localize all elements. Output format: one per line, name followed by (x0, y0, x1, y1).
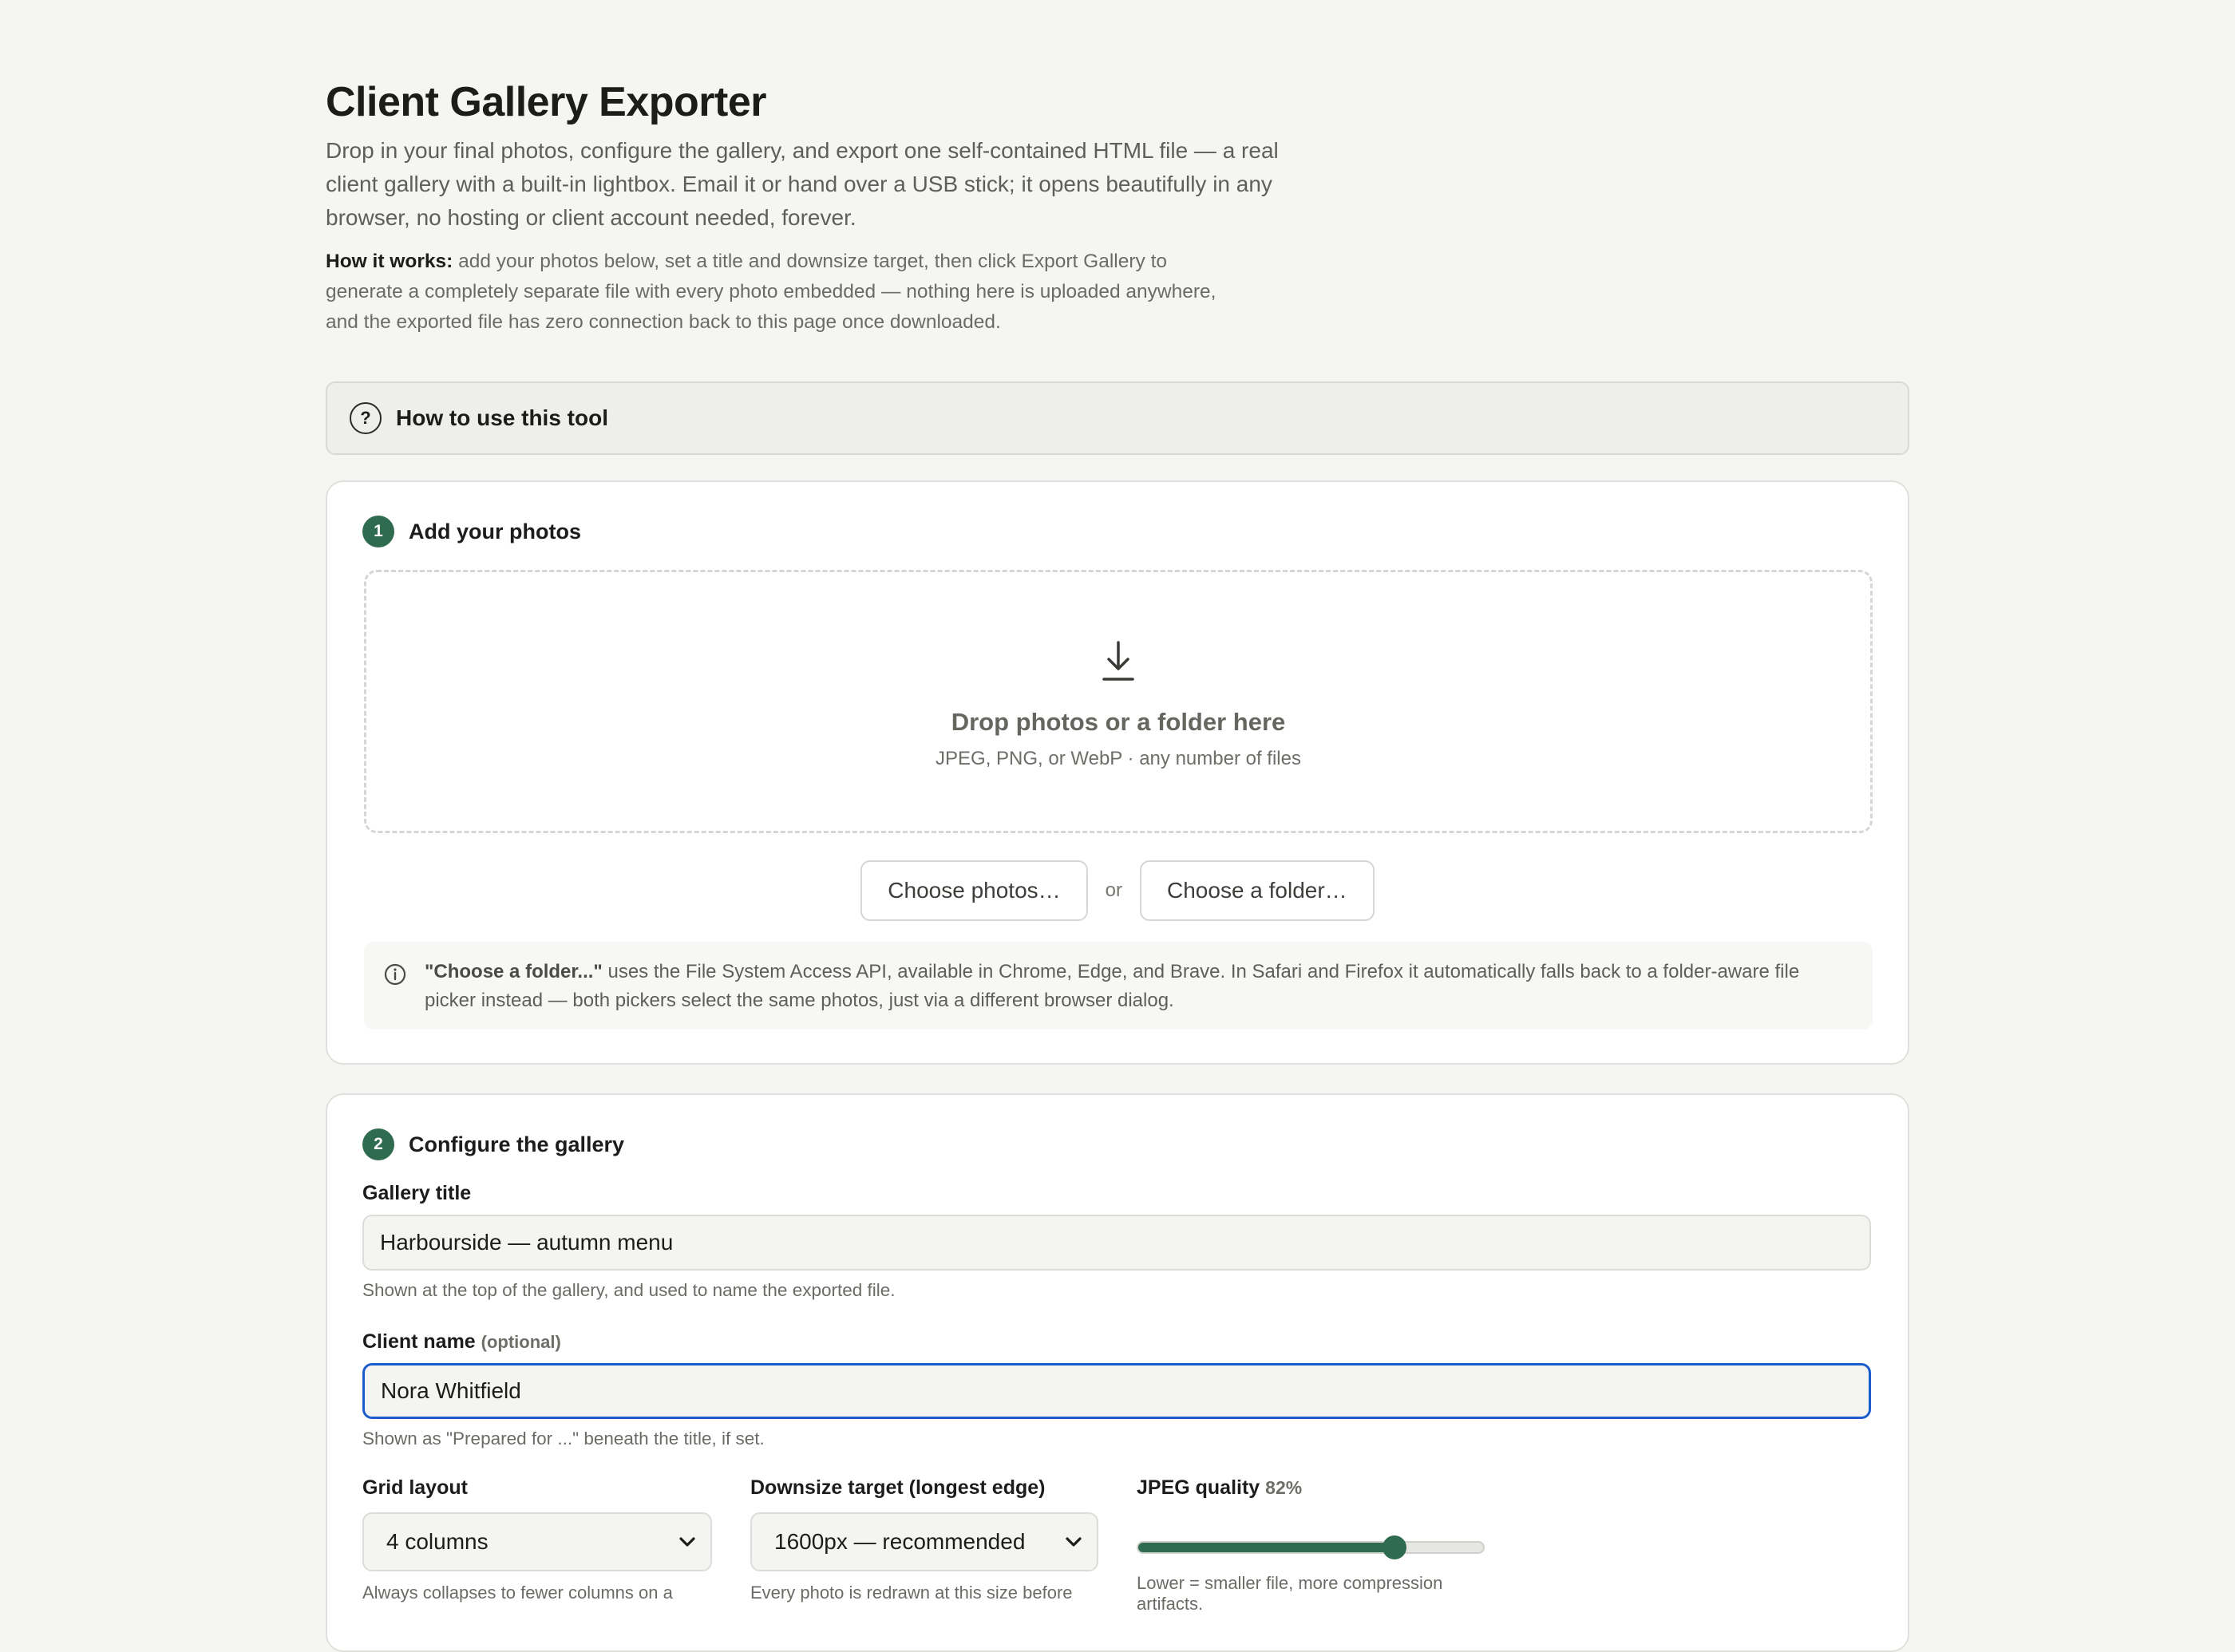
client-name-label: Client name (optional) (362, 1330, 561, 1354)
choose-folder-button[interactable]: Choose a folder… (1140, 860, 1375, 921)
downsize-hint: Every photo is redrawn at this size befo… (750, 1583, 1073, 1603)
info-body: uses the File System Access API, availab… (425, 961, 1800, 1011)
downsize-select[interactable]: 1600px — recommended (750, 1512, 1098, 1571)
page-description: Drop in your final photos, configure the… (326, 138, 1279, 230)
gallery-title-label: Gallery title (362, 1182, 472, 1204)
dropzone-title: Drop photos or a folder here (951, 708, 1286, 736)
downsize-field: Downsize target (longest edge) 1600px — … (750, 1476, 1098, 1603)
accordion-label: How to use this tool (396, 405, 608, 430)
gallery-title-hint: Shown at the top of the gallery, and use… (362, 1280, 896, 1300)
download-arrow-icon (1102, 641, 1134, 681)
how-to-use-accordion[interactable]: ? How to use this tool (326, 381, 1909, 455)
page-title: Client Gallery Exporter (326, 79, 767, 125)
optional-tag: (optional) (481, 1332, 561, 1352)
jpeg-quality-label-text: JPEG quality (1137, 1476, 1260, 1499)
or-separator: or (1105, 879, 1122, 901)
info-bold: "Choose a folder..." (425, 961, 603, 982)
step-title: Add your photos (409, 519, 581, 543)
folder-info-note: "Choose a folder..." uses the File Syste… (364, 942, 1873, 1030)
dropzone-subtitle: JPEG, PNG, or WebP · any number of files (936, 748, 1301, 769)
step-number-badge: 1 (362, 516, 394, 547)
photo-dropzone[interactable]: Drop photos or a folder here JPEG, PNG, … (364, 570, 1873, 833)
slider-thumb[interactable] (1382, 1535, 1406, 1559)
jpeg-quality-hint: Lower = smaller file, more compression a… (1137, 1573, 1443, 1614)
info-text: "Choose a folder..." uses the File Syste… (425, 958, 1853, 1014)
choose-photos-button[interactable]: Choose photos… (860, 860, 1088, 921)
info-icon (384, 963, 406, 986)
slider-fill (1138, 1543, 1394, 1552)
gallery-title-input[interactable] (362, 1215, 1871, 1271)
downsize-label: Downsize target (longest edge) (750, 1476, 1046, 1499)
grid-layout-hint: Always collapses to fewer columns on a (362, 1583, 673, 1603)
chevron-down-icon (679, 1537, 695, 1547)
grid-layout-field: Grid layout 4 columns Always collapses t… (362, 1476, 712, 1603)
grid-layout-select[interactable]: 4 columns (362, 1512, 712, 1571)
client-name-label-text: Client name (362, 1330, 476, 1353)
step-add-photos-card: 1 Add your photos Drop photos or a folde… (326, 480, 1909, 1065)
step-title: Configure the gallery (409, 1132, 625, 1156)
how-it-works-text: How it works: add your photos below, set… (326, 247, 1220, 338)
grid-layout-label: Grid layout (362, 1476, 468, 1499)
picker-row: Choose photos… or Choose a folder… (327, 860, 1908, 921)
downsize-value: 1600px — recommended (774, 1529, 1026, 1554)
how-it-works-label: How it works: (326, 251, 453, 272)
client-name-input[interactable] (362, 1363, 1871, 1419)
jpeg-quality-readout: 82% (1265, 1477, 1303, 1498)
client-name-hint: Shown as "Prepared for ..." beneath the … (362, 1429, 765, 1448)
how-it-works-body: add your photos below, set a title and d… (326, 251, 1216, 333)
help-circle-icon: ? (350, 402, 382, 434)
jpeg-quality-field: JPEG quality 82% Lower = smaller file, m… (1137, 1476, 1496, 1614)
step-1-header: 1 Add your photos (362, 516, 581, 547)
step-2-header: 2 Configure the gallery (362, 1128, 624, 1160)
step-number-badge: 2 (362, 1128, 394, 1160)
jpeg-quality-label: JPEG quality 82% (1137, 1476, 1496, 1500)
grid-layout-value: 4 columns (386, 1529, 489, 1554)
chevron-down-icon (1066, 1537, 1082, 1547)
jpeg-quality-slider[interactable] (1137, 1535, 1485, 1559)
